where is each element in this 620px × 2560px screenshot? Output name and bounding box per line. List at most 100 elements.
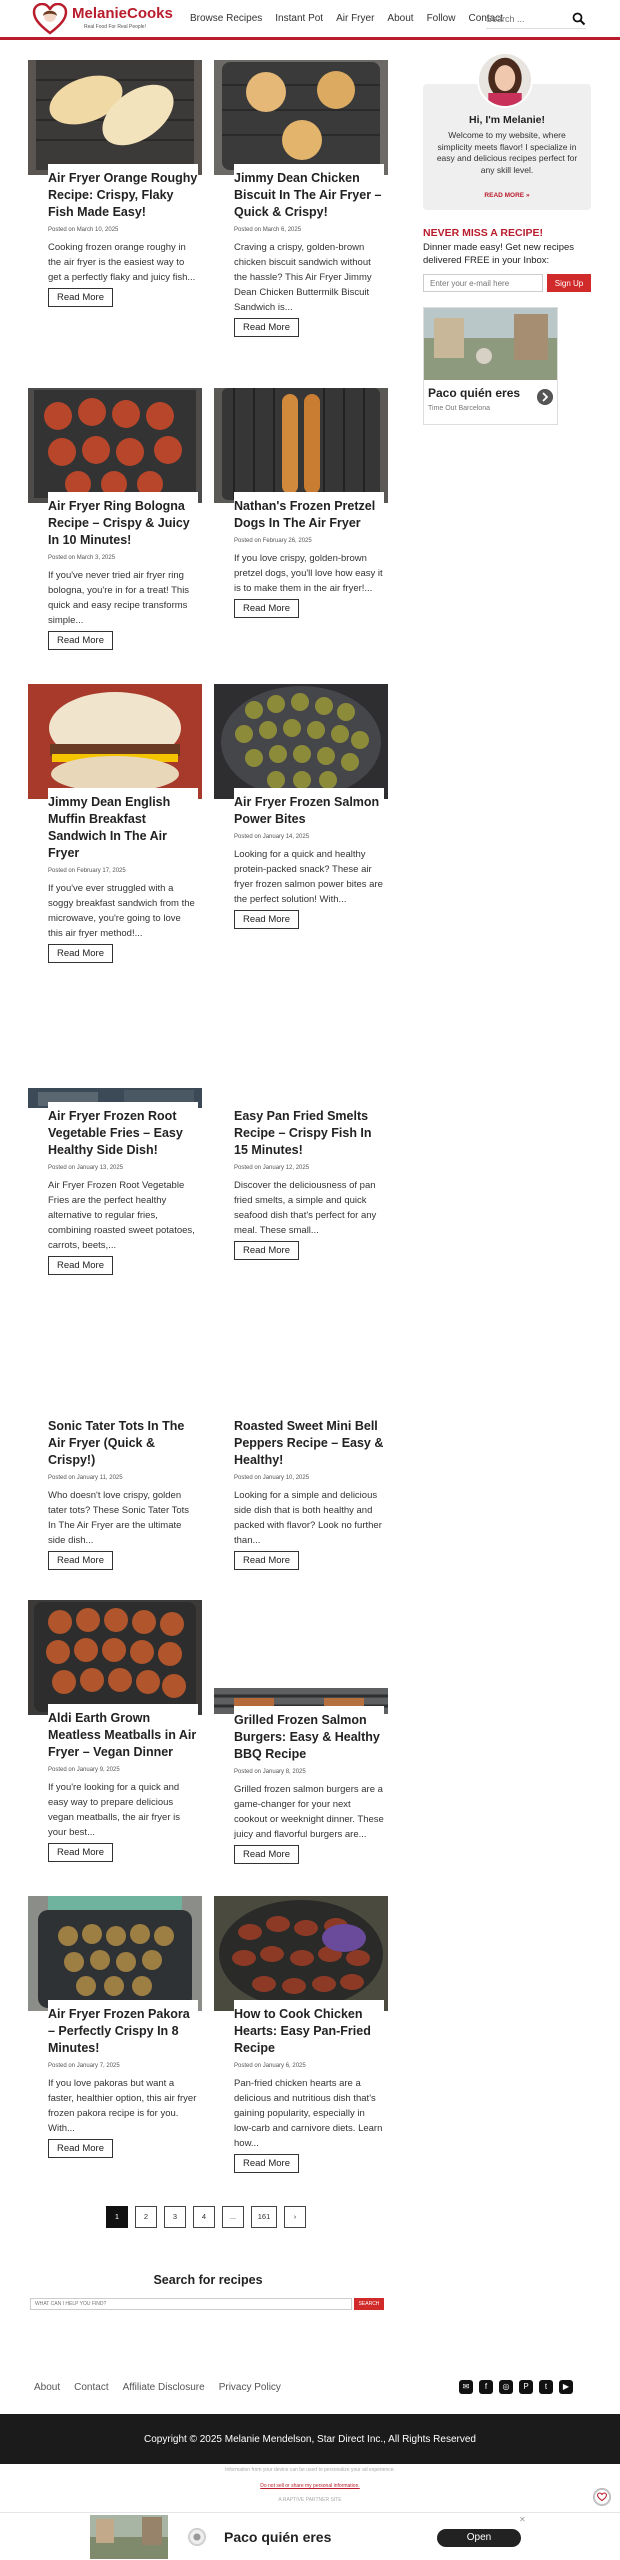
post-image[interactable] <box>28 388 202 503</box>
post-body: Air Fryer Ring Bologna Recipe – Crispy &… <box>48 492 198 650</box>
read-more-button[interactable]: Read More <box>234 318 299 337</box>
post-image[interactable] <box>28 60 202 175</box>
read-more-button[interactable]: Read More <box>48 1843 113 1862</box>
post-image[interactable] <box>28 1896 202 2011</box>
newsletter-email-input[interactable] <box>423 274 543 292</box>
pinterest-icon[interactable]: P <box>519 2380 533 2394</box>
read-more-button[interactable]: Read More <box>48 2139 113 2158</box>
nav-browse-recipes[interactable]: Browse Recipes <box>190 13 262 24</box>
post-date: Posted on January 8, 2025 <box>234 1769 306 1775</box>
post-title[interactable]: Air Fryer Orange Roughy Recipe: Crispy, … <box>48 170 198 221</box>
post-excerpt: Cooking frozen orange roughy in the air … <box>48 242 196 283</box>
post-image[interactable] <box>28 684 202 799</box>
post-date: Posted on January 9, 2025 <box>48 1767 120 1773</box>
post-title[interactable]: Air Fryer Frozen Root Vegetable Fries – … <box>48 1108 198 1159</box>
post-image[interactable] <box>214 1896 388 2011</box>
close-icon[interactable]: ✕ <box>519 2515 526 2524</box>
youtube-icon[interactable]: ▶ <box>559 2380 573 2394</box>
do-not-sell-link[interactable]: Do not sell or share my personal informa… <box>0 2483 620 2489</box>
newsletter-signup-button[interactable]: Sign Up <box>547 274 591 292</box>
post-image[interactable] <box>214 60 388 175</box>
page-last[interactable]: 161 <box>251 2206 277 2228</box>
page-1[interactable]: 1 <box>106 2206 128 2228</box>
read-more-button[interactable]: Read More <box>234 2154 299 2173</box>
post-date: Posted on January 12, 2025 <box>234 1165 310 1171</box>
read-more-button[interactable]: Read More <box>48 288 113 307</box>
read-more-button[interactable]: Read More <box>234 910 299 929</box>
post-image[interactable] <box>214 684 388 799</box>
post-card: Easy Pan Fried Smelts Recipe – Crispy Fi… <box>214 1088 388 1288</box>
post-date: Posted on January 6, 2025 <box>234 2063 306 2069</box>
newsletter-title: NEVER MISS A RECIPE! <box>423 227 543 239</box>
header-search-input[interactable] <box>486 10 566 28</box>
footer-privacy[interactable]: Privacy Policy <box>219 2382 281 2393</box>
post-title[interactable]: Air Fryer Frozen Salmon Power Bites <box>234 794 384 828</box>
nav-follow[interactable]: Follow <box>427 13 456 24</box>
post-date: Posted on March 6, 2025 <box>234 227 302 233</box>
post-date: Posted on January 11, 2025 <box>48 1475 123 1481</box>
post-title[interactable]: Sonic Tater Tots In The Air Fryer (Quick… <box>48 1418 198 1469</box>
instagram-icon[interactable]: ◎ <box>499 2380 513 2394</box>
nav-about[interactable]: About <box>387 13 413 24</box>
recipe-search-input[interactable] <box>30 2298 352 2310</box>
post-title[interactable]: Air Fryer Frozen Pakora – Perfectly Cris… <box>48 2006 198 2057</box>
post-date: Posted on February 17, 2025 <box>48 868 126 874</box>
read-more-button[interactable]: Read More <box>234 1241 299 1260</box>
heart-icon[interactable] <box>593 2488 611 2506</box>
post-title[interactable]: Roasted Sweet Mini Bell Peppers Recipe –… <box>234 1418 384 1469</box>
page-3[interactable]: 3 <box>164 2206 186 2228</box>
arrow-right-icon[interactable] <box>537 389 553 405</box>
read-more-button[interactable]: Read More <box>48 1551 113 1570</box>
post-title[interactable]: How to Cook Chicken Hearts: Easy Pan-Fri… <box>234 2006 384 2057</box>
post-date: Posted on January 7, 2025 <box>48 2063 120 2069</box>
post-title[interactable]: Easy Pan Fried Smelts Recipe – Crispy Fi… <box>234 1108 384 1159</box>
post-image[interactable] <box>214 388 388 503</box>
recipe-search-button[interactable]: SEARCH <box>354 2298 384 2310</box>
post-excerpt: Looking for a simple and delicious side … <box>234 1490 382 1546</box>
read-more-button[interactable]: Read More <box>48 1256 113 1275</box>
logo-name: MelanieCooks <box>72 5 173 22</box>
main-nav: Browse Recipes Instant Pot Air Fryer Abo… <box>190 13 516 24</box>
facebook-icon[interactable]: f <box>479 2380 493 2394</box>
read-more-button[interactable]: Read More <box>48 944 113 963</box>
post-card: How to Cook Chicken Hearts: Easy Pan-Fri… <box>214 1896 388 2186</box>
about-read-more[interactable]: READ MORE » <box>423 192 591 199</box>
post-title[interactable]: Air Fryer Ring Bologna Recipe – Crispy &… <box>48 498 198 549</box>
footer-about[interactable]: About <box>34 2382 60 2393</box>
post-excerpt: Who doesn't love crispy, golden tater to… <box>48 1490 189 1546</box>
post-title[interactable]: Grilled Frozen Salmon Burgers: Easy & He… <box>234 1712 384 1763</box>
read-more-button[interactable]: Read More <box>234 1845 299 1864</box>
footer-contact[interactable]: Contact <box>74 2382 108 2393</box>
site-logo[interactable]: MelanieCooks Real Food For Real People! <box>32 3 173 35</box>
bottom-ad-banner[interactable]: Paco quién eres Open ✕ <box>0 2512 620 2560</box>
post-excerpt: If you love pakoras but want a faster, h… <box>48 2078 197 2134</box>
nav-instant-pot[interactable]: Instant Pot <box>275 13 323 24</box>
footer-links: About Contact Affiliate Disclosure Priva… <box>34 2382 295 2393</box>
ad-open-button[interactable]: Open <box>437 2529 521 2547</box>
post-excerpt: If you're looking for a quick and easy w… <box>48 1782 181 1838</box>
post-image[interactable] <box>28 1600 202 1715</box>
post-title[interactable]: Jimmy Dean English Muffin Breakfast Sand… <box>48 794 198 862</box>
read-more-button[interactable]: Read More <box>234 599 299 618</box>
page-2[interactable]: 2 <box>135 2206 157 2228</box>
post-title[interactable]: Nathan's Frozen Pretzel Dogs In The Air … <box>234 498 384 532</box>
nav-air-fryer[interactable]: Air Fryer <box>336 13 374 24</box>
post-excerpt: Grilled frozen salmon burgers are a game… <box>234 1784 384 1840</box>
post-excerpt: If you love crispy, golden-brown pretzel… <box>234 553 383 594</box>
read-more-button[interactable]: Read More <box>234 1551 299 1570</box>
read-more-button[interactable]: Read More <box>48 631 113 650</box>
post-card: Jimmy Dean English Muffin Breakfast Sand… <box>28 684 202 984</box>
post-body: Sonic Tater Tots In The Air Fryer (Quick… <box>48 1412 198 1570</box>
sidebar-ad[interactable]: Paco quién eres Time Out Barcelona <box>423 307 558 425</box>
post-title[interactable]: Aldi Earth Grown Meatless Meatballs in A… <box>48 1710 198 1761</box>
logo-tagline: Real Food For Real People! <box>84 24 146 30</box>
page-4[interactable]: 4 <box>193 2206 215 2228</box>
post-body: Grilled Frozen Salmon Burgers: Easy & He… <box>234 1706 384 1864</box>
post-date: Posted on March 10, 2025 <box>48 227 119 233</box>
page-next[interactable]: › <box>284 2206 306 2228</box>
search-icon[interactable] <box>572 12 586 26</box>
twitter-icon[interactable]: t <box>539 2380 553 2394</box>
post-title[interactable]: Jimmy Dean Chicken Biscuit In The Air Fr… <box>234 170 384 221</box>
email-icon[interactable]: ✉ <box>459 2380 473 2394</box>
footer-affiliate[interactable]: Affiliate Disclosure <box>123 2382 205 2393</box>
